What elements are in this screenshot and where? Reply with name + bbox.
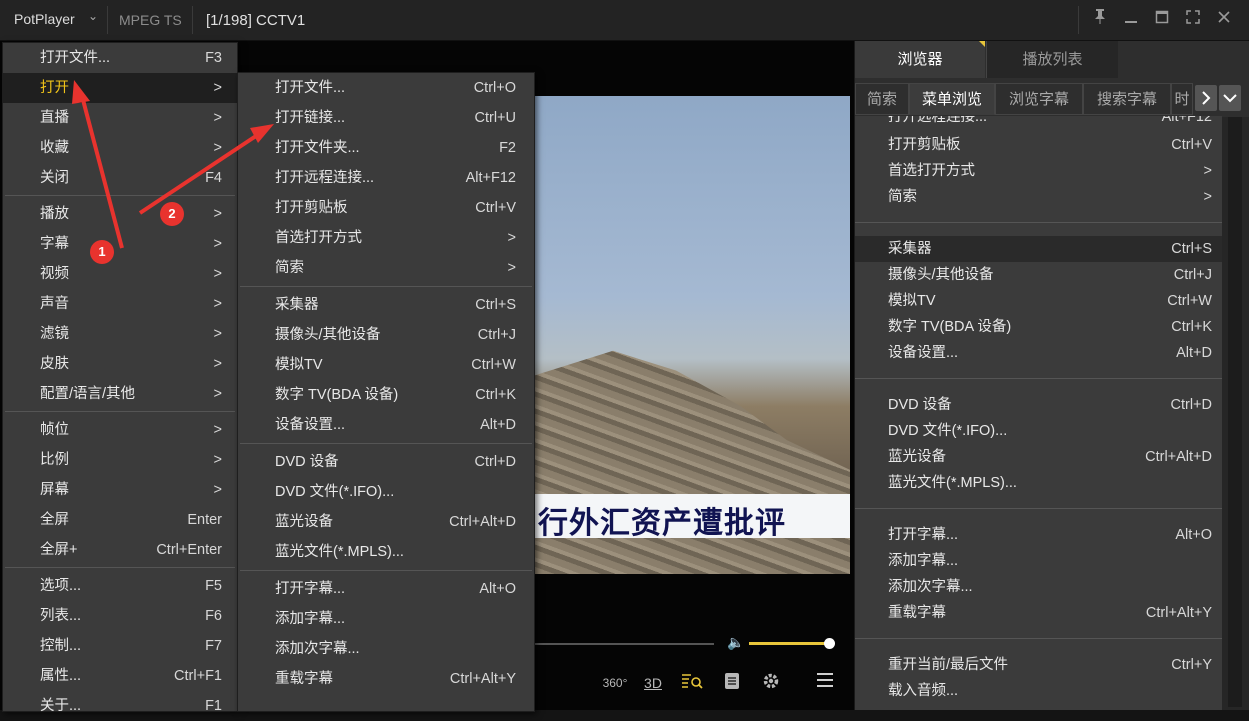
annotation-arrows bbox=[72, 80, 274, 249]
arrow-2-head bbox=[250, 124, 274, 143]
annotation-badge-1: 1 bbox=[90, 240, 114, 264]
arrow-1-head bbox=[72, 80, 90, 104]
arrow-1-line bbox=[80, 95, 124, 249]
arrow-2-line bbox=[138, 130, 264, 215]
annotation-badge-2: 2 bbox=[160, 202, 184, 226]
